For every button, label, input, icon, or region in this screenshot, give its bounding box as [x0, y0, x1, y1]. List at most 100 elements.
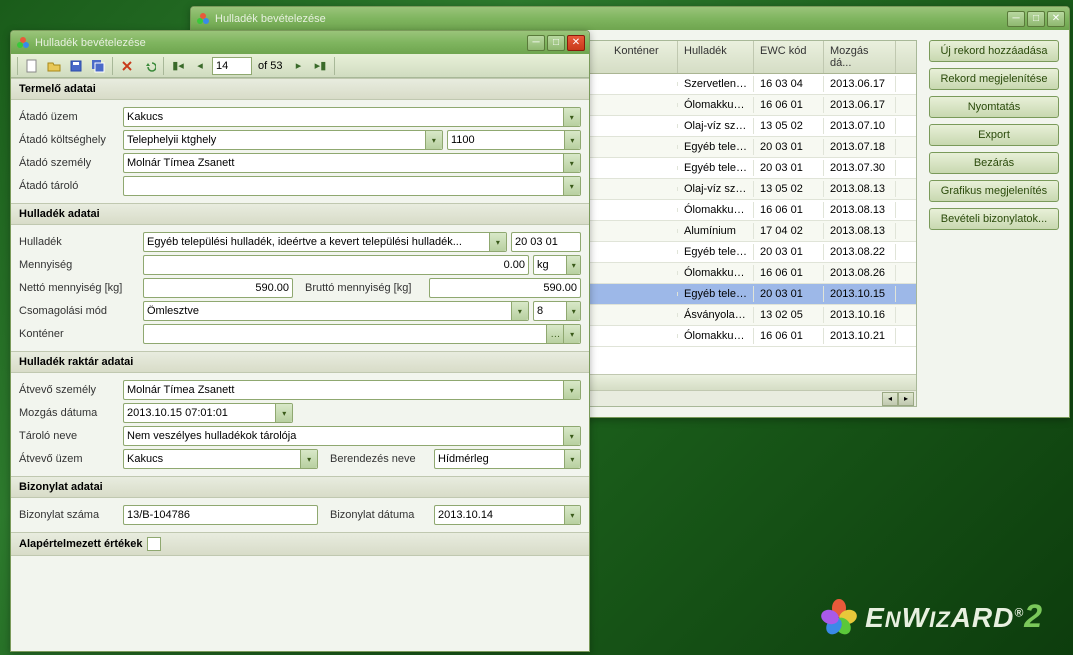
maximize-button[interactable]: □ [547, 35, 565, 51]
browse-icon[interactable] [546, 325, 563, 343]
new-icon[interactable] [22, 56, 42, 76]
show-record-button[interactable]: Rekord megjelenítése [929, 68, 1059, 90]
new-record-button[interactable]: Új rekord hozzáadása [929, 40, 1059, 62]
atado-uzem-field[interactable] [123, 107, 581, 127]
dropdown-icon[interactable] [564, 506, 580, 524]
atado-koltseghely-kod-field[interactable] [447, 130, 581, 150]
expand-checkbox[interactable] [147, 537, 161, 551]
section-alap: Alapértelmezett értékek [11, 532, 589, 556]
section-bizonylat: Bizonylat adatai [11, 476, 589, 498]
atado-koltseghely-field[interactable] [123, 130, 443, 150]
berendezes-label: Berendezés neve [330, 453, 430, 465]
flower-icon [821, 599, 857, 635]
brutto-label: Bruttó mennyiség [kg] [305, 282, 425, 294]
open-icon[interactable] [44, 56, 64, 76]
dropdown-icon[interactable] [563, 427, 580, 445]
scroll-left-button[interactable]: ◂ [882, 392, 898, 406]
bizonylat-szama-field[interactable] [123, 505, 318, 525]
app-icon [195, 11, 211, 27]
dropdown-icon[interactable] [564, 131, 580, 149]
enwizard-logo: ENWIZARD®2 [821, 598, 1043, 635]
dropdown-icon[interactable] [275, 404, 292, 422]
atado-koltseghely-label: Átadó költséghely [19, 134, 119, 146]
dropdown-icon[interactable] [564, 450, 580, 468]
delete-icon[interactable] [117, 56, 137, 76]
prev-icon[interactable]: ◂ [190, 56, 210, 76]
col-ewc[interactable]: EWC kód [754, 41, 824, 73]
atado-szemely-field[interactable] [123, 153, 581, 173]
list-title: Hulladék bevételezése [215, 13, 1007, 25]
dropdown-icon[interactable] [489, 233, 506, 251]
kontener-label: Konténer [19, 328, 139, 340]
atado-tarolo-field[interactable] [123, 176, 581, 196]
dropdown-icon[interactable] [563, 325, 580, 343]
atvevo-uzem-field[interactable] [123, 449, 318, 469]
save-icon[interactable] [66, 56, 86, 76]
kontener-field[interactable] [143, 324, 581, 344]
atvevo-szemely-field[interactable] [123, 380, 581, 400]
hulladek-label: Hulladék [19, 236, 139, 248]
undo-icon[interactable] [139, 56, 159, 76]
dropdown-icon[interactable] [300, 450, 317, 468]
csomagolas-val-field[interactable] [533, 301, 581, 321]
minimize-button[interactable]: ─ [1007, 11, 1025, 27]
maximize-button[interactable]: □ [1027, 11, 1045, 27]
dropdown-icon[interactable] [563, 108, 580, 126]
section-raktar: Hulladék raktár adatai [11, 351, 589, 373]
hulladek-field[interactable] [143, 232, 507, 252]
atvevo-uzem-label: Átvevő üzem [19, 453, 119, 465]
receipts-button[interactable]: Bevételi bizonylatok... [929, 208, 1059, 230]
col-hulladek[interactable]: Hulladék [678, 41, 754, 73]
close-list-button[interactable]: Bezárás [929, 152, 1059, 174]
egyseg-field[interactable] [533, 255, 581, 275]
dropdown-icon[interactable] [425, 131, 442, 149]
close-button[interactable]: ✕ [1047, 11, 1065, 27]
bizonylat-datum-field[interactable] [434, 505, 581, 525]
app-icon [15, 35, 31, 51]
export-button[interactable]: Export [929, 124, 1059, 146]
bizonylat-datum-label: Bizonylat dátuma [330, 509, 430, 521]
alap-header-text: Alapértelmezett értékek [19, 538, 143, 550]
csomagolas-field[interactable] [143, 301, 529, 321]
section-hulladek: Hulladék adatai [11, 203, 589, 225]
dropdown-icon[interactable] [563, 381, 580, 399]
netto-field[interactable] [143, 278, 293, 298]
print-button[interactable]: Nyomtatás [929, 96, 1059, 118]
logo-text: ENWIZARD®2 [865, 598, 1043, 635]
tarolo-neve-field[interactable] [123, 426, 581, 446]
minimize-button[interactable]: ─ [527, 35, 545, 51]
scroll-right-button[interactable]: ▸ [898, 392, 914, 406]
netto-label: Nettó mennyiség [kg] [19, 282, 139, 294]
graphical-button[interactable]: Grafikus megjelenítés [929, 180, 1059, 202]
form-window: Hulladék bevételezése ─ □ ✕ ▮◂ ◂ of 53 ▸… [10, 30, 590, 652]
tarolo-neve-label: Tároló neve [19, 430, 119, 442]
brutto-field[interactable] [429, 278, 581, 298]
record-pager: ▮◂ ◂ of 53 ▸ ▸▮ [168, 56, 330, 76]
page-input[interactable] [212, 57, 252, 75]
dropdown-icon[interactable] [511, 302, 528, 320]
ewc-field[interactable] [511, 232, 581, 252]
last-icon[interactable]: ▸▮ [310, 56, 330, 76]
mozgas-datuma-label: Mozgás dátuma [19, 407, 119, 419]
dropdown-icon[interactable] [563, 177, 580, 195]
form-title: Hulladék bevételezése [35, 37, 527, 49]
col-kontener[interactable]: Konténer [608, 41, 678, 73]
action-buttons: Új rekord hozzáadása Rekord megjelenítés… [929, 40, 1059, 407]
page-of: of 53 [254, 60, 286, 72]
dropdown-icon[interactable] [566, 302, 580, 320]
mennyiseg-field[interactable] [143, 255, 529, 275]
close-button[interactable]: ✕ [567, 35, 585, 51]
next-icon[interactable]: ▸ [288, 56, 308, 76]
save-all-icon[interactable] [88, 56, 108, 76]
dropdown-icon[interactable] [563, 154, 580, 172]
berendezes-field[interactable] [434, 449, 581, 469]
atado-tarolo-label: Átadó tároló [19, 180, 119, 192]
section-termelo: Termelő adatai [11, 78, 589, 100]
dropdown-icon[interactable] [566, 256, 580, 274]
csomagolas-label: Csomagolási mód [19, 305, 139, 317]
atado-uzem-label: Átadó üzem [19, 111, 119, 123]
mozgas-datuma-field[interactable] [123, 403, 293, 423]
first-icon[interactable]: ▮◂ [168, 56, 188, 76]
col-datum[interactable]: Mozgás dá... [824, 41, 896, 73]
atvevo-szemely-label: Átvevő személy [19, 384, 119, 396]
